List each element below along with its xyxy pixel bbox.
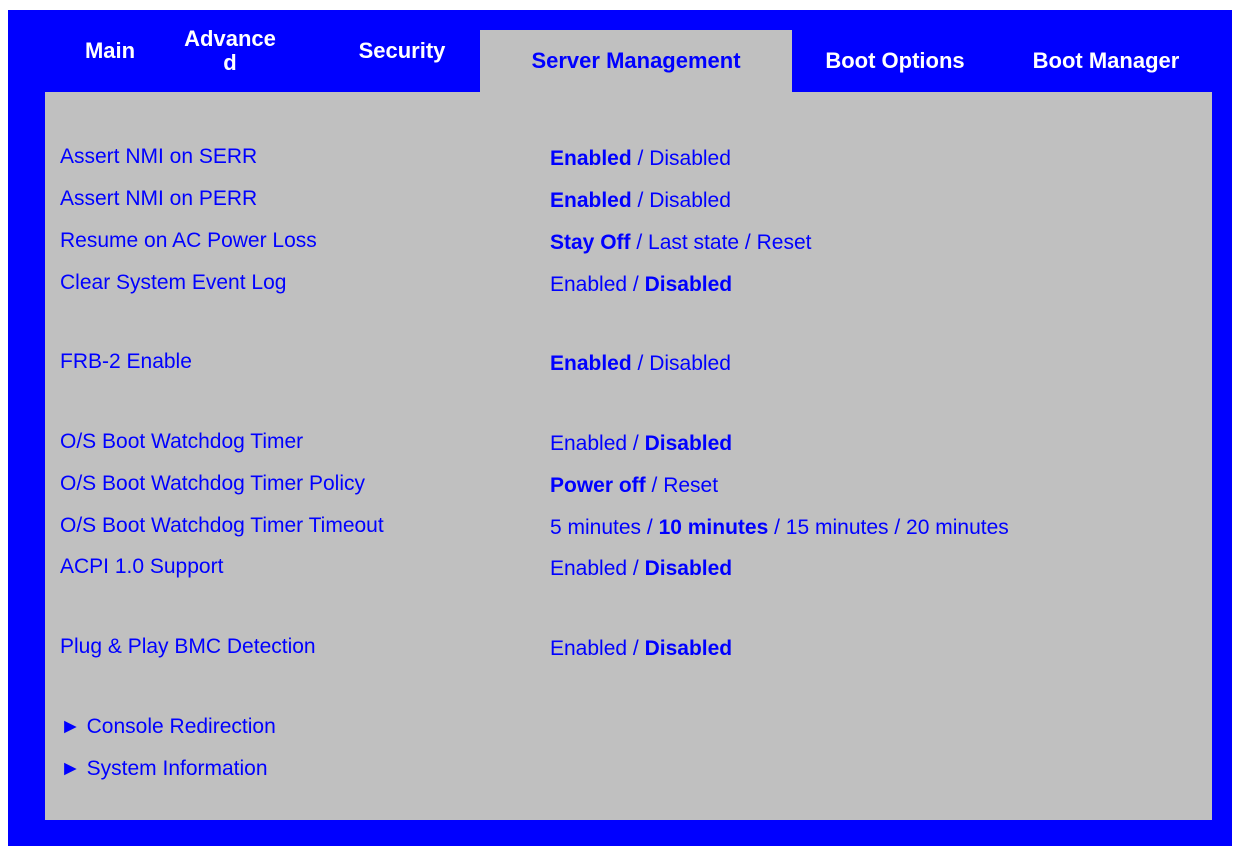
- tab-server-management[interactable]: Server Management: [480, 30, 792, 92]
- option[interactable]: 15 minutes: [786, 516, 889, 539]
- setting-value-frb2-enable[interactable]: Enabled / Disabled: [550, 352, 731, 376]
- option-separator: /: [627, 273, 645, 296]
- submenu-console-redirection[interactable]: ► Console Redirection: [60, 715, 276, 739]
- tab-security[interactable]: Security: [342, 10, 462, 92]
- option-separator: /: [627, 432, 645, 455]
- option-separator: /: [739, 231, 757, 254]
- submenu-label: Console Redirection: [86, 715, 276, 738]
- option[interactable]: Disabled: [649, 352, 731, 375]
- tab-security-label: Security: [358, 38, 446, 63]
- setting-value-acpi-support[interactable]: Enabled / Disabled: [550, 557, 732, 581]
- option-selected[interactable]: Disabled: [645, 432, 733, 455]
- tab-advanced-label-line2: d: [223, 50, 237, 75]
- option[interactable]: Reset: [757, 231, 812, 254]
- arrow-right-icon: ►: [60, 715, 81, 738]
- option-selected[interactable]: Disabled: [645, 557, 733, 580]
- option[interactable]: Enabled: [550, 432, 627, 455]
- tab-advanced-label: Advance d: [184, 27, 276, 75]
- option-selected[interactable]: Enabled: [550, 352, 632, 375]
- option-separator: /: [630, 231, 649, 254]
- option-separator: /: [631, 352, 650, 375]
- setting-value-os-boot-watchdog-timeout[interactable]: 5 minutes / 10 minutes / 15 minutes / 20…: [550, 516, 1009, 540]
- setting-label-clear-sel: Clear System Event Log: [60, 271, 287, 294]
- option[interactable]: 20 minutes: [906, 516, 1009, 539]
- tab-advanced-label-line1: Advance: [184, 26, 276, 51]
- setting-label-frb2-enable: FRB-2 Enable: [60, 350, 192, 373]
- setting-label-resume-ac-power-loss: Resume on AC Power Loss: [60, 229, 317, 252]
- option-selected[interactable]: 10 minutes: [659, 516, 769, 539]
- option-separator: /: [627, 557, 645, 580]
- tab-boot-options-label: Boot Options: [825, 48, 965, 73]
- option[interactable]: 5 minutes: [550, 516, 641, 539]
- arrow-right-icon: ►: [60, 757, 81, 780]
- submenu-label: System Information: [86, 757, 268, 780]
- bios-frame: Main Advance d Security Server Management…: [8, 10, 1232, 846]
- setting-label-assert-nmi-serr: Assert NMI on SERR: [60, 145, 258, 168]
- tab-boot-manager[interactable]: Boot Manager: [1006, 30, 1206, 92]
- option-selected[interactable]: Enabled: [550, 189, 632, 212]
- option-separator: /: [627, 637, 645, 660]
- tab-main[interactable]: Main: [70, 10, 150, 92]
- option-separator: /: [641, 516, 659, 539]
- option[interactable]: Disabled: [649, 189, 731, 212]
- setting-value-os-boot-watchdog-policy[interactable]: Power off / Reset: [550, 474, 718, 498]
- option[interactable]: Last state: [648, 231, 739, 254]
- option-separator: /: [631, 147, 650, 170]
- setting-label-os-boot-watchdog-timeout: O/S Boot Watchdog Timer Timeout: [60, 514, 384, 537]
- option-selected[interactable]: Disabled: [645, 637, 733, 660]
- setting-label-os-boot-watchdog: O/S Boot Watchdog Timer: [60, 430, 304, 453]
- option-separator: /: [645, 474, 664, 497]
- tab-main-label: Main: [84, 38, 136, 63]
- tab-boot-options[interactable]: Boot Options: [800, 30, 990, 92]
- tab-boot-manager-label: Boot Manager: [1032, 48, 1180, 73]
- option[interactable]: Enabled: [550, 637, 627, 660]
- setting-value-assert-nmi-perr[interactable]: Enabled / Disabled: [550, 189, 731, 213]
- setting-label-assert-nmi-perr: Assert NMI on PERR: [60, 187, 258, 210]
- setting-value-pnp-bmc-detection[interactable]: Enabled / Disabled: [550, 637, 732, 661]
- setting-label-os-boot-watchdog-policy: O/S Boot Watchdog Timer Policy: [60, 472, 366, 495]
- option-selected[interactable]: Enabled: [550, 147, 632, 170]
- option-selected[interactable]: Disabled: [645, 273, 733, 296]
- option-selected[interactable]: Power off: [550, 474, 646, 497]
- option-separator: /: [768, 516, 786, 539]
- option-separator: /: [888, 516, 907, 539]
- setting-value-resume-ac-power-loss[interactable]: Stay Off / Last state / Reset: [550, 231, 811, 255]
- setting-value-os-boot-watchdog[interactable]: Enabled / Disabled: [550, 432, 732, 456]
- settings-panel: Assert NMI on SERR Assert NMI on PERR Re…: [45, 92, 1212, 820]
- option[interactable]: Enabled: [550, 557, 627, 580]
- tab-server-management-label: Server Management: [531, 48, 741, 73]
- submenu-system-information[interactable]: ► System Information: [60, 757, 268, 781]
- option-separator: /: [631, 189, 650, 212]
- option[interactable]: Disabled: [649, 147, 731, 170]
- tab-advanced[interactable]: Advance d: [184, 10, 276, 92]
- option-selected[interactable]: Stay Off: [550, 231, 631, 254]
- setting-value-assert-nmi-serr[interactable]: Enabled / Disabled: [550, 147, 731, 171]
- setting-value-clear-sel[interactable]: Enabled / Disabled: [550, 273, 732, 297]
- option[interactable]: Reset: [663, 474, 718, 497]
- setting-label-pnp-bmc-detection: Plug & Play BMC Detection: [60, 635, 316, 658]
- setting-label-acpi-support: ACPI 1.0 Support: [60, 555, 224, 578]
- option[interactable]: Enabled: [550, 273, 627, 296]
